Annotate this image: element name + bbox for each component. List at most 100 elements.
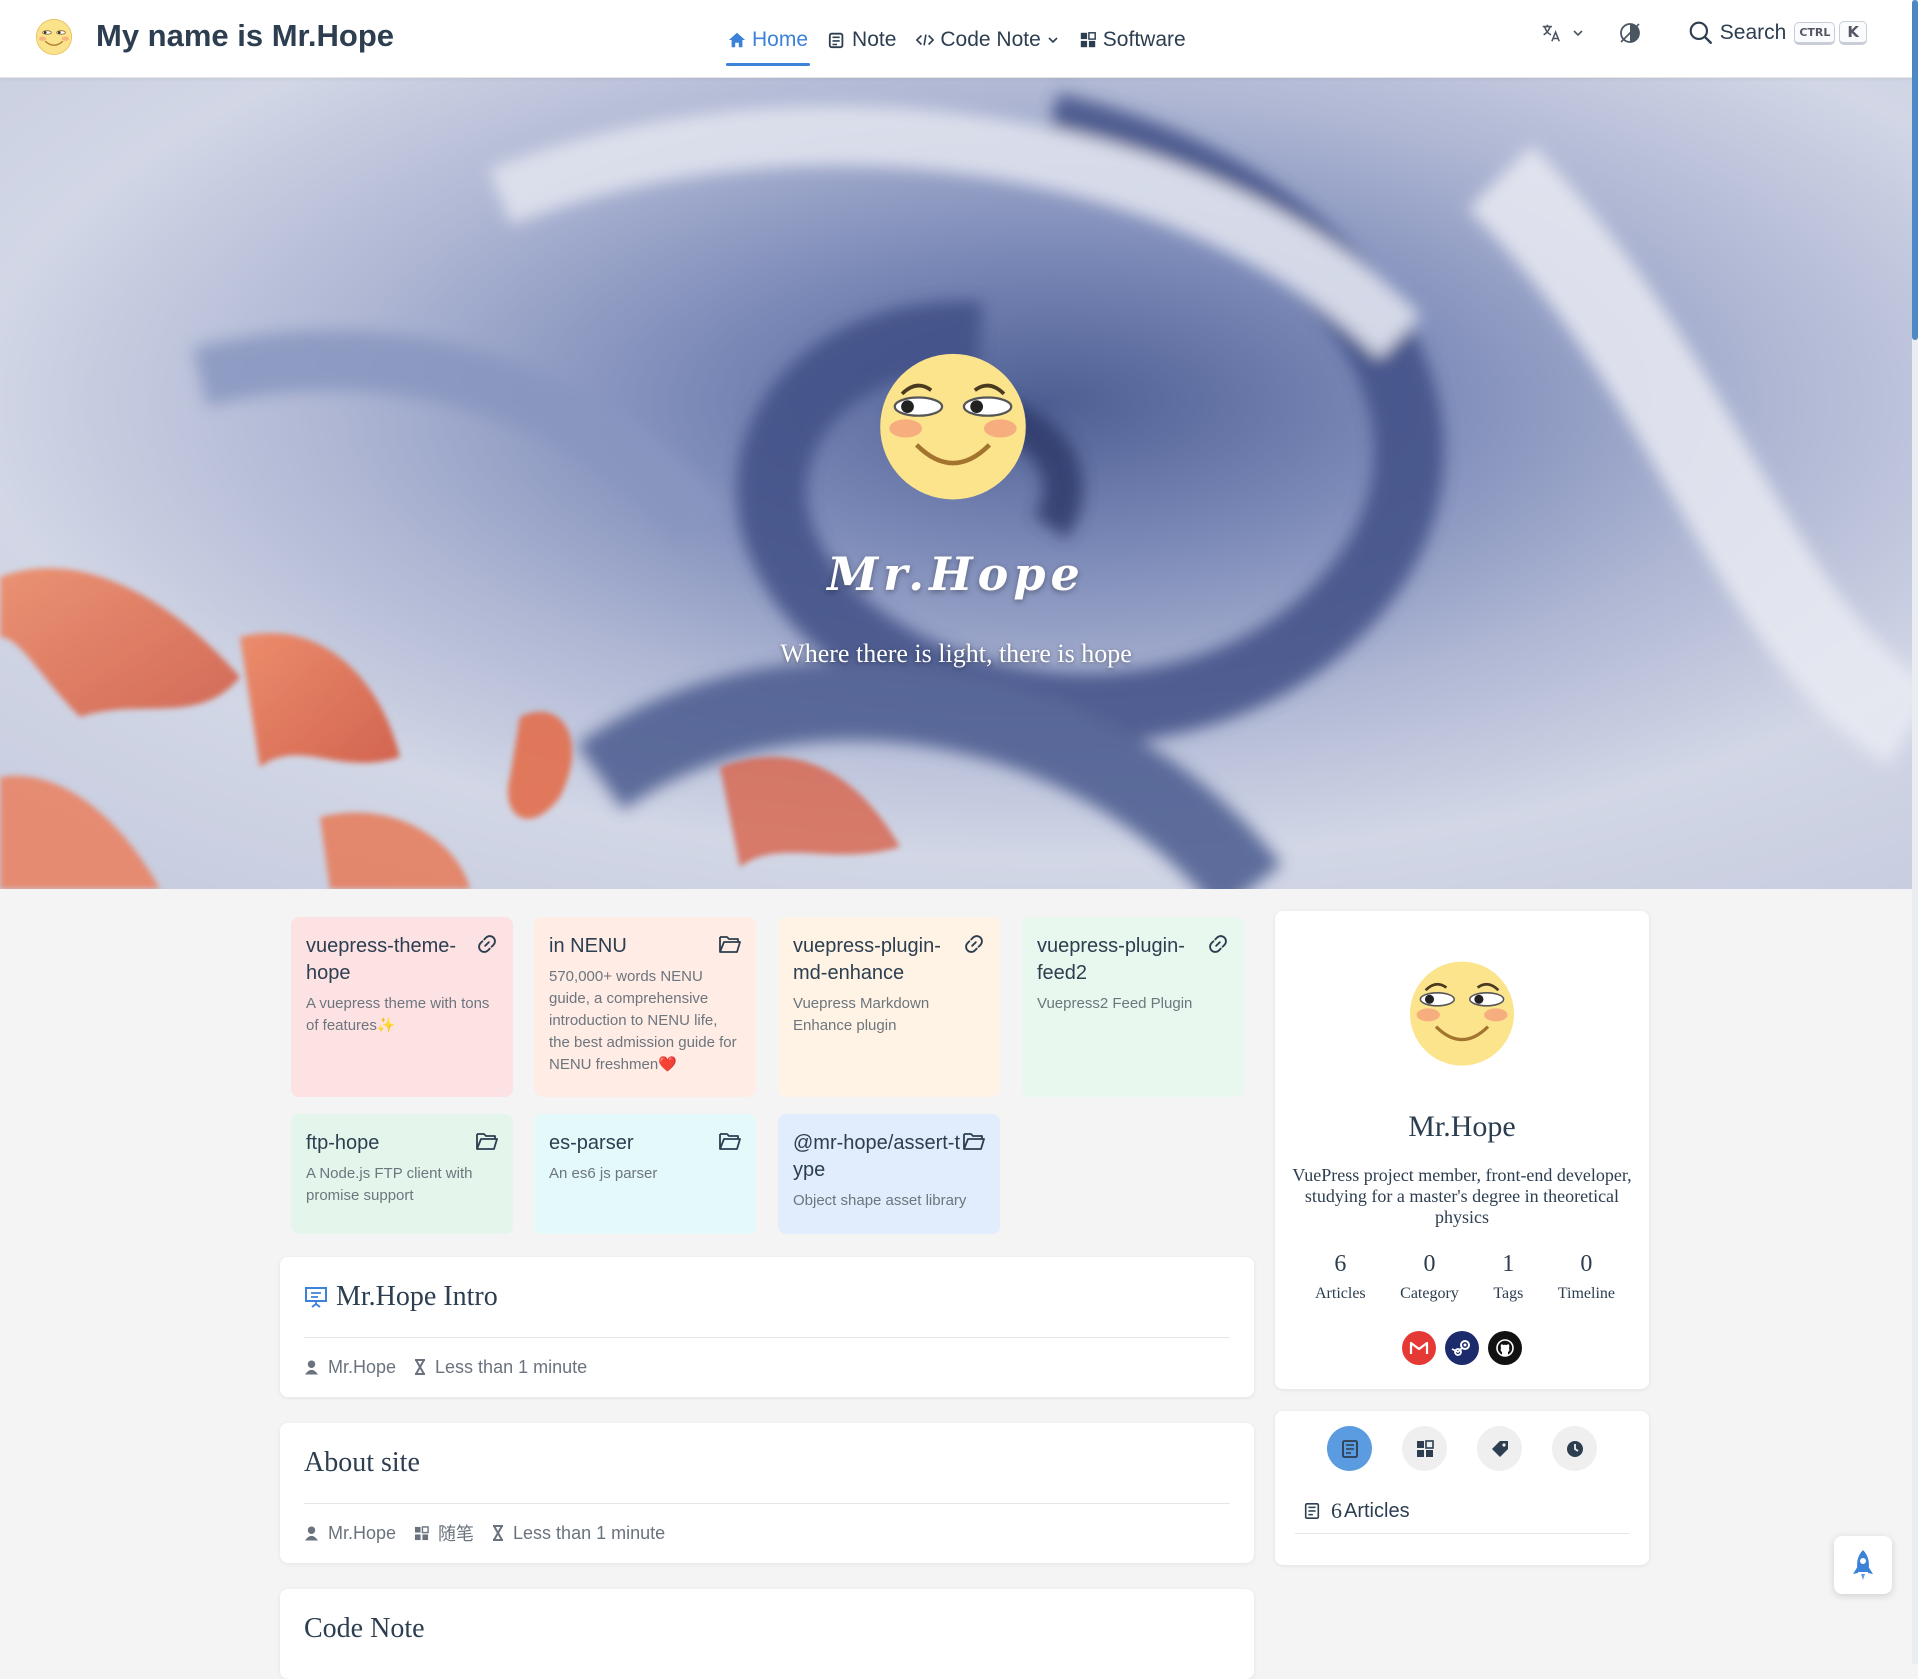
steam-icon[interactable]: [1445, 1331, 1479, 1365]
blogger-avatar[interactable]: [1397, 946, 1527, 1076]
slides-icon: [305, 1287, 327, 1308]
article-title-row: About site: [304, 1423, 1230, 1503]
info-tabs: [1327, 1426, 1597, 1471]
stat-tags[interactable]: 1 Tags: [1493, 1249, 1523, 1303]
reading-time: Less than 1 minute: [513, 1522, 666, 1543]
project-name: ftp-hope: [306, 1132, 380, 1154]
search-icon: [1689, 21, 1712, 44]
blogger-info-card: Mr.Hope VuePress project member, front-e…: [1275, 911, 1649, 1389]
articles-count: 6: [1331, 1498, 1342, 1523]
stat-label: Tags: [1493, 1285, 1524, 1302]
project-desc: A Node.js FTP client with promise suppor…: [306, 1165, 473, 1204]
author-name: Mr.Hope: [328, 1522, 397, 1543]
stat-articles[interactable]: 6 Articles: [1315, 1249, 1366, 1303]
nav-home-label: Home: [752, 28, 809, 51]
stat-category[interactable]: 0 Category: [1400, 1249, 1459, 1303]
hourglass-icon: [493, 1525, 504, 1541]
article-title[interactable]: About site: [304, 1447, 420, 1479]
page-scrollbar-thumb[interactable]: [1912, 0, 1918, 340]
project-name: vuepress-plugin-feed2: [1037, 935, 1185, 984]
category-name: 随笔: [438, 1524, 475, 1544]
articles-count-line[interactable]: 6 Articles: [1303, 1498, 1410, 1524]
tab-timeline[interactable]: [1552, 1426, 1597, 1471]
article-title[interactable]: Code Note: [304, 1613, 425, 1645]
hourglass-icon: [415, 1359, 426, 1375]
search-label: Search: [1719, 21, 1787, 44]
search-key-ctrl: CTRL: [1794, 21, 1836, 45]
nav-code-note[interactable]: Code Note: [916, 24, 1058, 56]
language-switcher[interactable]: [1540, 22, 1584, 44]
project-card-mr-hope-assert-type[interactable]: @mr-hope/assert-type Object shape asset …: [778, 1114, 1000, 1234]
project-name: vuepress-plugin-md-enhance: [793, 935, 941, 984]
article-title-row: Mr.Hope Intro: [304, 1257, 1230, 1337]
link-icon: [1209, 935, 1227, 953]
project-desc: A vuepress theme with tons of features✨: [306, 995, 490, 1034]
nav-code-note-label: Code Note: [940, 28, 1041, 51]
blog-info-tabs-card: 6 Articles: [1275, 1411, 1649, 1565]
code-icon: [916, 34, 935, 46]
article-card-about-site[interactable]: About site Mr.Hope 随笔 Less than 1 minute: [280, 1423, 1254, 1563]
stat-number: 6: [1334, 1251, 1347, 1277]
stat-timeline[interactable]: 0 Timeline: [1558, 1249, 1615, 1303]
author-name: Mr.Hope: [328, 1356, 397, 1377]
link-icon: [478, 935, 496, 953]
tab-tags[interactable]: [1477, 1426, 1522, 1471]
project-name: in NENU: [549, 935, 627, 957]
site-logo-icon: [35, 18, 73, 55]
project-card-in-nenu[interactable]: in NENU 570,000+ words NENU guide, a com…: [534, 917, 756, 1097]
github-icon[interactable]: [1488, 1331, 1522, 1365]
site-title: My name is Mr.Hope: [96, 18, 395, 53]
home-icon: [728, 32, 746, 48]
nav-right: Search CTRL K: [1506, 20, 1867, 46]
tab-articles[interactable]: [1327, 1426, 1372, 1471]
article-card-intro[interactable]: Mr.Hope Intro Mr.Hope Less than 1 minute: [280, 1257, 1254, 1397]
nav-links: Home Note Code Note Software: [725, 24, 1206, 66]
project-card-vuepress-plugin-md-enhance[interactable]: vuepress-plugin-md-enhance Vuepress Mark…: [778, 917, 1000, 1097]
article-reading-time: Less than 1 minute: [492, 1523, 665, 1544]
project-desc: Vuepress2 Feed Plugin: [1037, 995, 1193, 1012]
theme-mode-icon: [1619, 23, 1640, 43]
folder-icon: [719, 936, 741, 953]
blogger-stats: 6 Articles 0 Category 1 Tags 0 Timeline: [1315, 1249, 1615, 1303]
article-card-code-note[interactable]: Code Note: [280, 1589, 1254, 1679]
articles-label: Articles: [1344, 1499, 1410, 1522]
author-icon: [304, 1360, 319, 1375]
tab-category[interactable]: [1402, 1426, 1447, 1471]
project-card-es-parser[interactable]: es-parser An es6 js parser: [534, 1114, 756, 1234]
brand-link[interactable]: My name is Mr.Hope: [32, 14, 394, 58]
folder-icon: [476, 1133, 498, 1150]
clock-icon: [1566, 1440, 1583, 1457]
stat-number: 0: [1423, 1251, 1436, 1277]
social-links: [1402, 1331, 1522, 1365]
search-key-k: K: [1839, 21, 1867, 45]
nav-home[interactable]: Home: [725, 24, 811, 66]
article-meta: Mr.Hope Less than 1 minute: [304, 1338, 1230, 1396]
project-desc: 570,000+ words NENU guide, a comprehensi…: [549, 968, 737, 1073]
project-card-vuepress-plugin-feed2[interactable]: vuepress-plugin-feed2 Vuepress2 Feed Plu…: [1022, 917, 1244, 1097]
article-category[interactable]: 随笔: [414, 1520, 474, 1546]
hero-subtitle: Where there is light, there is hope: [780, 639, 1132, 668]
article-meta: Mr.Hope 随笔 Less than 1 minute: [304, 1504, 1230, 1562]
project-name: @mr-hope/assert-type: [793, 1132, 961, 1181]
back-to-top-button[interactable]: [1834, 1536, 1892, 1594]
theme-toggle[interactable]: [1618, 21, 1642, 45]
article-list-icon: [1304, 1502, 1320, 1520]
search-button[interactable]: Search CTRL K: [1688, 20, 1867, 46]
nav-software[interactable]: Software: [1079, 24, 1186, 56]
stat-number: 0: [1580, 1251, 1593, 1277]
tag-icon: [1491, 1440, 1508, 1457]
project-card-vuepress-theme-hope[interactable]: vuepress-theme-hope A vuepress theme wit…: [291, 917, 513, 1097]
note-icon: [828, 32, 844, 49]
category-icon: [414, 1525, 429, 1540]
divider: [1295, 1533, 1629, 1534]
nav-note[interactable]: Note: [828, 24, 896, 56]
nav-software-label: Software: [1102, 28, 1186, 51]
gmail-icon[interactable]: [1402, 1331, 1436, 1365]
project-card-ftp-hope[interactable]: ftp-hope A Node.js FTP client with promi…: [291, 1114, 513, 1234]
article-title[interactable]: Mr.Hope Intro: [336, 1281, 498, 1313]
navbar: My name is Mr.Hope Home Note Code Note S…: [0, 0, 1912, 78]
stat-number: 1: [1502, 1251, 1515, 1277]
page-scrollbar[interactable]: [1912, 0, 1918, 1664]
chevron-down-icon: [1048, 37, 1058, 44]
article-reading-time: Less than 1 minute: [414, 1357, 587, 1378]
